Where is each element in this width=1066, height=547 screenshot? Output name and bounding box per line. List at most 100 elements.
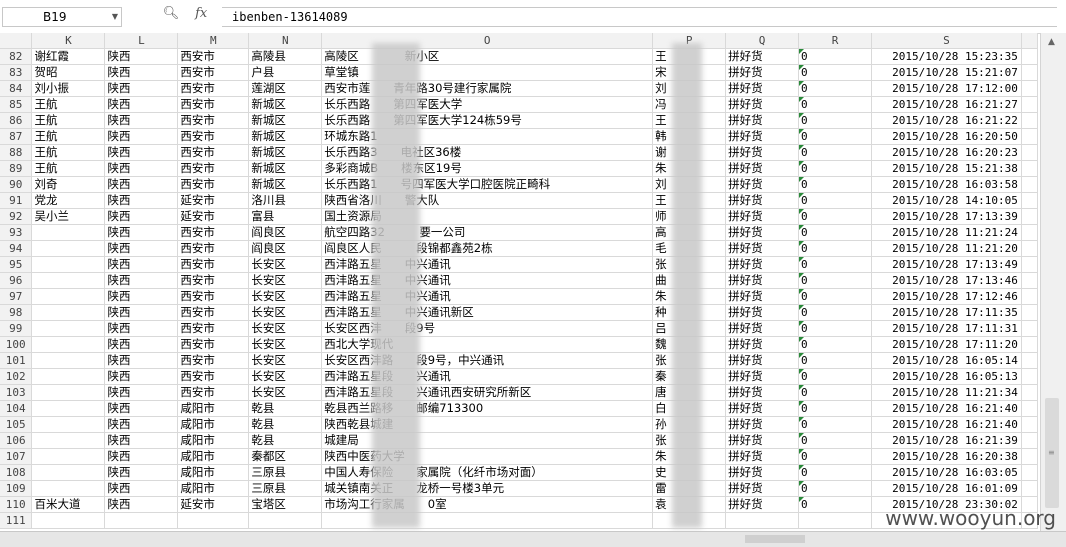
cell-s[interactable]: 2015/10/28 16:20:38 — [871, 448, 1022, 465]
cell-l[interactable]: 陕西 — [104, 240, 179, 257]
row-number[interactable]: 91 — [0, 192, 33, 209]
cell-m[interactable]: 延安市 — [177, 496, 250, 513]
vertical-scrollbar[interactable]: ▲ ≡ — [1040, 33, 1066, 531]
cell-k[interactable]: 刘小振 — [31, 80, 106, 97]
cell-k[interactable] — [31, 272, 106, 289]
cell-n[interactable]: 长安区 — [248, 336, 323, 353]
cell-n[interactable]: 高陵县 — [248, 48, 323, 65]
cell-s[interactable]: 2015/10/28 17:13:39 — [871, 208, 1022, 225]
cell-t[interactable] — [1021, 160, 1038, 177]
cell-r[interactable]: 0 — [798, 496, 872, 513]
cell-l[interactable]: 陕西 — [104, 432, 179, 449]
cell-l[interactable]: 陕西 — [104, 208, 179, 225]
cell-l[interactable]: 陕西 — [104, 272, 179, 289]
cell-t[interactable] — [1021, 336, 1038, 353]
cell-m[interactable]: 西安市 — [177, 80, 250, 97]
cell-q[interactable]: 拼好货 — [725, 192, 800, 209]
cell-m[interactable]: 西安市 — [177, 272, 250, 289]
cell-m[interactable]: 西安市 — [177, 352, 250, 369]
cell-k[interactable] — [31, 432, 106, 449]
cell-n[interactable]: 新城区 — [248, 96, 323, 113]
cell-q[interactable]: 拼好货 — [725, 368, 800, 385]
row-number[interactable]: 110 — [0, 496, 33, 513]
cell-m[interactable]: 西安市 — [177, 64, 250, 81]
cell-t[interactable] — [1021, 256, 1038, 273]
cell-t[interactable] — [1021, 128, 1038, 145]
cell-q[interactable]: 拼好货 — [725, 304, 800, 321]
cell-q[interactable]: 拼好货 — [725, 448, 800, 465]
cell-r[interactable]: 0 — [798, 400, 872, 417]
cell-l[interactable]: 陕西 — [104, 224, 179, 241]
cell-t[interactable] — [1021, 304, 1038, 321]
cell-n[interactable]: 长安区 — [248, 256, 323, 273]
cell-m[interactable]: 延安市 — [177, 208, 250, 225]
cell-q[interactable]: 拼好货 — [725, 352, 800, 369]
cell-l[interactable]: 陕西 — [104, 448, 179, 465]
cell-l[interactable]: 陕西 — [104, 48, 179, 65]
cell-s[interactable]: 2015/10/28 14:10:05 — [871, 192, 1022, 209]
cell-l[interactable]: 陕西 — [104, 112, 179, 129]
cell-t[interactable] — [1021, 384, 1038, 401]
row-number[interactable]: 87 — [0, 128, 33, 145]
cell-l[interactable]: 陕西 — [104, 336, 179, 353]
row-number[interactable]: 107 — [0, 448, 33, 465]
cell-r[interactable]: 0 — [798, 48, 872, 65]
scroll-up-icon[interactable]: ▲ — [1048, 37, 1055, 47]
row-number[interactable]: 101 — [0, 352, 33, 369]
cell-r[interactable]: 0 — [798, 416, 872, 433]
cell-l[interactable]: 陕西 — [104, 416, 179, 433]
cell-q[interactable]: 拼好货 — [725, 288, 800, 305]
cell-q[interactable]: 拼好货 — [725, 464, 800, 481]
cell-n[interactable]: 乾县 — [248, 416, 323, 433]
cell-t[interactable] — [1021, 352, 1038, 369]
cell-n[interactable]: 长安区 — [248, 288, 323, 305]
row-number[interactable]: 111 — [0, 512, 33, 529]
cell-r[interactable]: 0 — [798, 256, 872, 273]
cell-n[interactable]: 乾县 — [248, 400, 323, 417]
row-number[interactable]: 105 — [0, 416, 33, 433]
cell-k[interactable] — [31, 480, 106, 497]
cell-n[interactable]: 长安区 — [248, 352, 323, 369]
cell-k[interactable] — [31, 512, 106, 529]
cell-r[interactable]: 0 — [798, 96, 872, 113]
cell-m[interactable]: 西安市 — [177, 240, 250, 257]
column-header[interactable]: K — [31, 33, 106, 49]
cell-m[interactable]: 西安市 — [177, 48, 250, 65]
cell-k[interactable]: 吴小兰 — [31, 208, 106, 225]
cell-k[interactable] — [31, 288, 106, 305]
cell-n[interactable]: 户县 — [248, 64, 323, 81]
cell-t[interactable] — [1021, 80, 1038, 97]
column-header[interactable]: N — [248, 33, 323, 49]
cell-t[interactable] — [1021, 64, 1038, 81]
cell-k[interactable]: 刘奇 — [31, 176, 106, 193]
cell-m[interactable]: 西安市 — [177, 160, 250, 177]
cell-r[interactable]: 0 — [798, 64, 872, 81]
cell-n[interactable]: 长安区 — [248, 304, 323, 321]
cell-l[interactable]: 陕西 — [104, 192, 179, 209]
fx-icon[interactable]: fx — [188, 6, 214, 21]
cell-s[interactable]: 2015/10/28 17:11:31 — [871, 320, 1022, 337]
cell-t[interactable] — [1021, 48, 1038, 65]
chevron-down-icon[interactable]: ▼ — [112, 8, 118, 26]
cell-r[interactable]: 0 — [798, 240, 872, 257]
cell-s[interactable]: 2015/10/28 15:21:38 — [871, 160, 1022, 177]
cell-s[interactable]: 2015/10/28 16:05:13 — [871, 368, 1022, 385]
column-header-extra[interactable] — [1021, 33, 1038, 49]
cell-k[interactable]: 王航 — [31, 112, 106, 129]
cell-k[interactable] — [31, 368, 106, 385]
cell-t[interactable] — [1021, 112, 1038, 129]
row-number[interactable]: 109 — [0, 480, 33, 497]
cell-n[interactable]: 长安区 — [248, 384, 323, 401]
cell-k[interactable] — [31, 464, 106, 481]
cell-m[interactable]: 咸阳市 — [177, 416, 250, 433]
row-number[interactable]: 94 — [0, 240, 33, 257]
cell-k[interactable] — [31, 448, 106, 465]
cell-n[interactable]: 新城区 — [248, 160, 323, 177]
cell-t[interactable] — [1021, 288, 1038, 305]
cell-l[interactable]: 陕西 — [104, 320, 179, 337]
cell-l[interactable]: 陕西 — [104, 464, 179, 481]
cell-l[interactable]: 陕西 — [104, 400, 179, 417]
cell-t[interactable] — [1021, 144, 1038, 161]
cell-q[interactable]: 拼好货 — [725, 384, 800, 401]
column-header[interactable]: S — [871, 33, 1022, 49]
